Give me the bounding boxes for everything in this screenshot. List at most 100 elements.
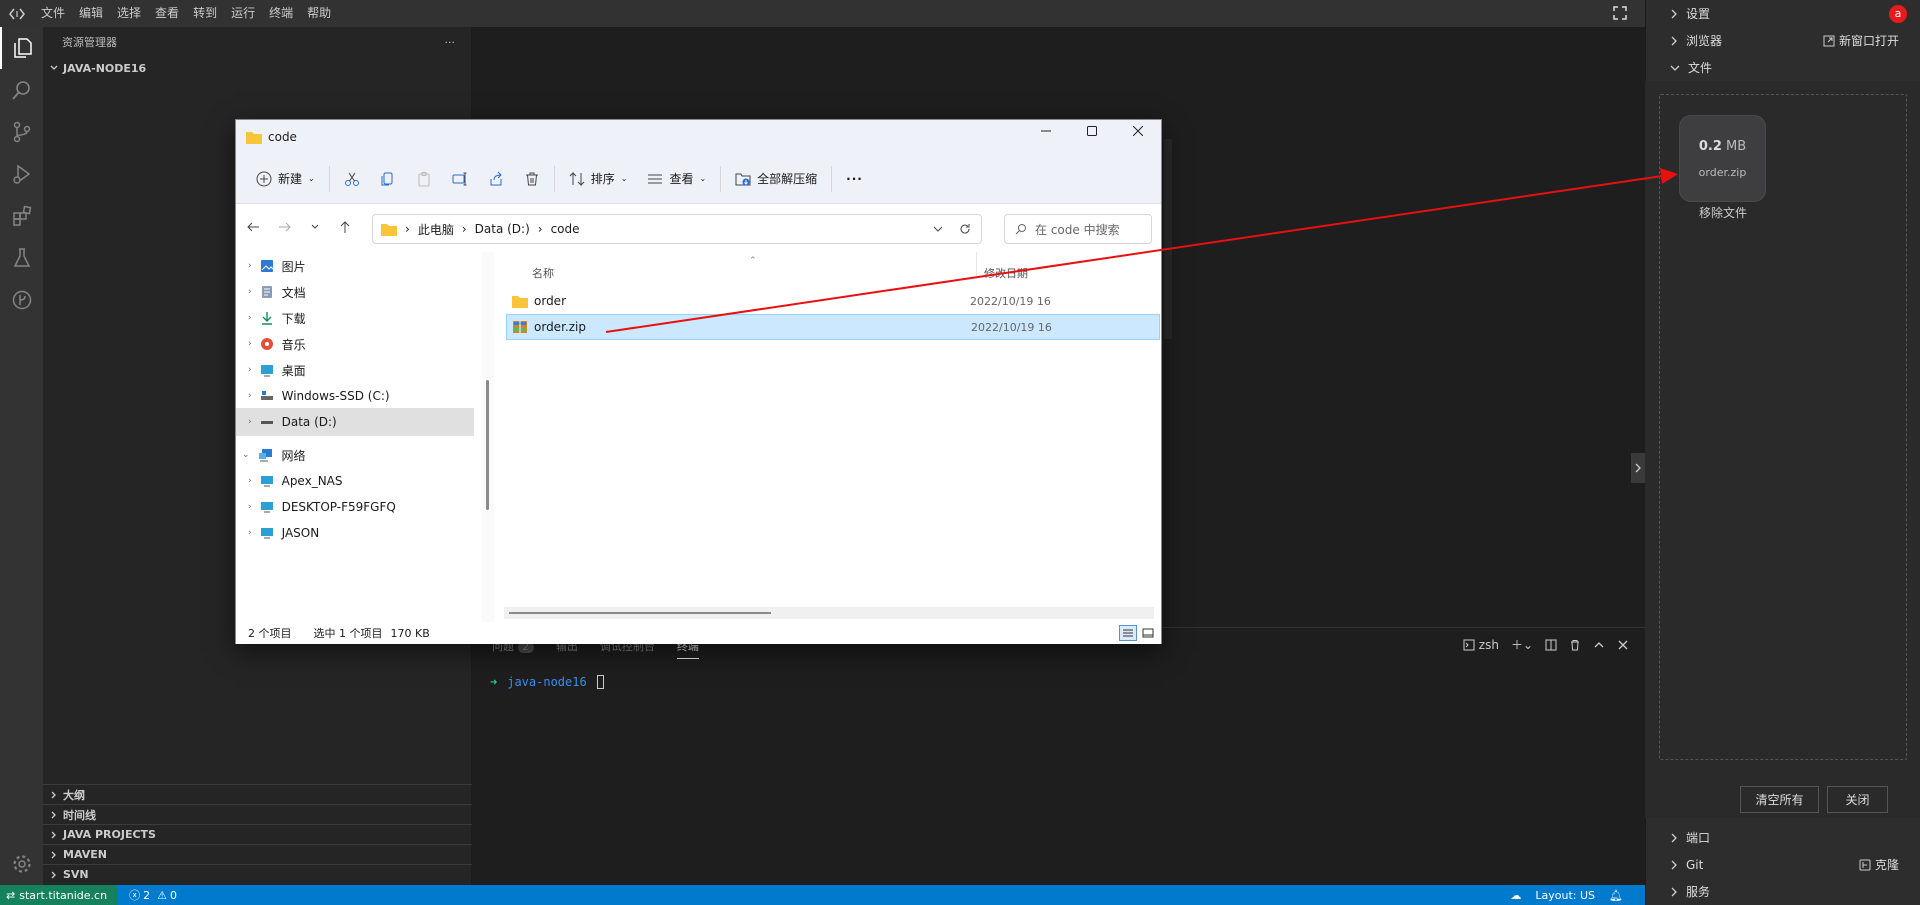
keyboard-layout[interactable]: Layout: US (1535, 889, 1595, 902)
remote-indicator[interactable]: ⇄ start.titanide.cn (0, 885, 118, 905)
paste-button[interactable] (406, 161, 442, 197)
column-header-name[interactable]: 名称 (532, 265, 554, 281)
forward-arrow-icon[interactable] (278, 220, 292, 234)
breadcrumb-this-pc[interactable]: 此电脑 (418, 221, 454, 238)
refresh-icon[interactable] (959, 223, 971, 235)
accordion-settings[interactable]: 设置 a (1646, 0, 1920, 27)
menu-file[interactable]: 文件 (34, 0, 72, 27)
close-panel-icon[interactable] (1617, 639, 1629, 651)
address-history-chevron-icon[interactable] (933, 224, 943, 234)
clear-all-button[interactable]: 清空所有 (1740, 786, 1819, 813)
accordion-services[interactable]: 服务 (1646, 878, 1920, 905)
explorer-icon[interactable] (0, 27, 43, 69)
project-folder[interactable]: JAVA-NODE16 (43, 57, 471, 79)
extract-all-button[interactable]: 全部解压缩 (725, 161, 827, 197)
menu-go[interactable]: 转到 (186, 0, 224, 27)
menu-edit[interactable]: 编辑 (72, 0, 110, 27)
close-button[interactable]: 关闭 (1827, 786, 1888, 813)
run-debug-icon[interactable] (0, 153, 43, 195)
new-button[interactable]: 新建 ⌄ (246, 161, 325, 197)
more-actions-icon[interactable]: ··· (445, 36, 456, 49)
column-header-date[interactable]: 修改日期 (984, 265, 1028, 281)
tiles-view-icon[interactable] (1139, 625, 1157, 641)
search-icon[interactable] (0, 69, 43, 111)
share-button[interactable] (478, 161, 514, 197)
source-control-icon[interactable] (0, 111, 43, 153)
explorer-titlebar[interactable]: code (236, 120, 1161, 154)
details-view-icon[interactable] (1119, 625, 1137, 641)
open-new-window-button[interactable]: 新窗口打开 (1823, 32, 1899, 49)
panel-toggle-icon[interactable] (1631, 453, 1645, 483)
minimize-button[interactable] (1023, 120, 1069, 142)
nav-item-windows-ssd[interactable]: › Windows-SSD (C:) (236, 382, 474, 410)
cut-button[interactable] (334, 161, 370, 197)
view-button[interactable]: 查看 ⌄ (637, 161, 716, 197)
terminal-shell-select[interactable]: zsh (1463, 638, 1499, 652)
back-arrow-icon[interactable] (246, 220, 260, 234)
fullscreen-icon[interactable] (1613, 6, 1627, 20)
sort-button[interactable]: 排序 ⌄ (559, 161, 638, 197)
accordion-git[interactable]: Git 克隆 (1646, 851, 1920, 878)
nav-item-desktop-pc[interactable]: › DESKTOP-F59FGFQ (236, 493, 474, 521)
up-arrow-icon[interactable] (338, 220, 352, 234)
problems-summary[interactable]: ⓧ 2 ⚠ 0 (117, 887, 177, 903)
split-terminal-icon[interactable] (1545, 639, 1557, 651)
new-terminal-icon[interactable]: ＋⌄ (1511, 636, 1533, 653)
user-avatar[interactable]: a (1889, 4, 1907, 23)
clone-button[interactable]: 克隆 (1859, 856, 1899, 873)
breadcrumb-code[interactable]: code (551, 222, 580, 236)
menu-selection[interactable]: 选择 (110, 0, 148, 27)
notifications-icon[interactable]: 🔔︎ (1609, 889, 1623, 902)
remove-file-link[interactable]: 移除文件 (1678, 204, 1768, 221)
menu-help[interactable]: 帮助 (300, 0, 338, 27)
menu-terminal[interactable]: 终端 (262, 0, 300, 27)
accordion-ports[interactable]: 端口 (1646, 824, 1920, 851)
nav-item-pictures[interactable]: › 图片 (236, 252, 474, 280)
accordion-files[interactable]: 文件 (1646, 54, 1920, 81)
gitlens-icon[interactable] (0, 279, 43, 321)
copy-button[interactable] (370, 161, 406, 197)
horizontal-scrollbar[interactable] (504, 607, 1154, 619)
nav-item-network[interactable]: ⌄ 网络 (236, 441, 474, 469)
window-title: code (268, 130, 297, 144)
section-svn[interactable]: SVN (43, 864, 472, 884)
breadcrumb-data-d[interactable]: Data (D:) (475, 222, 530, 236)
menu-view[interactable]: 查看 (148, 0, 186, 27)
more-options-button[interactable]: ··· (836, 161, 873, 197)
file-row-order-zip[interactable]: order.zip 2022/10/19 16 (506, 314, 1160, 340)
nav-item-jason[interactable]: › JASON (236, 519, 474, 547)
delete-button[interactable] (514, 161, 550, 197)
section-java-projects[interactable]: JAVA PROJECTS (43, 824, 472, 844)
menu-run[interactable]: 运行 (224, 0, 262, 27)
terminal-output[interactable]: ➜ java-node16 (490, 675, 604, 689)
section-outline[interactable]: 大纲 (43, 784, 472, 804)
cloud-icon[interactable]: ☁ (1510, 889, 1521, 902)
chevron-right-icon (1671, 860, 1677, 869)
settings-gear-icon[interactable] (0, 843, 43, 885)
file-card[interactable]: 0.2 MB order.zip (1679, 115, 1766, 202)
nav-item-desktop[interactable]: › 桌面 (236, 356, 474, 384)
section-timeline[interactable]: 时间线 (43, 804, 472, 824)
maximize-button[interactable] (1069, 120, 1115, 142)
recent-chevron-icon[interactable] (310, 222, 320, 232)
maximize-panel-icon[interactable] (1593, 639, 1605, 651)
file-row-order[interactable]: order 2022/10/19 16 (506, 288, 1160, 314)
nav-item-apex-nas[interactable]: › Apex_NAS (236, 467, 474, 495)
nav-scrollbar[interactable] (482, 252, 494, 622)
item-count: 2 个项目 (248, 627, 292, 640)
extensions-icon[interactable] (0, 195, 43, 237)
search-box[interactable]: 在 code 中搜索 (1004, 214, 1152, 244)
address-bar[interactable]: › 此电脑 › Data (D:) › code (372, 214, 982, 244)
nav-item-music[interactable]: › 音乐 (236, 330, 474, 358)
accordion-browser[interactable]: 浏览器 新窗口打开 (1646, 27, 1920, 54)
section-maven[interactable]: MAVEN (43, 844, 472, 864)
trash-icon[interactable] (1569, 639, 1581, 651)
rename-button[interactable] (442, 161, 478, 197)
nav-item-documents[interactable]: › 文档 (236, 278, 474, 306)
chevron-right-icon: › (248, 476, 252, 486)
testing-icon[interactable] (0, 237, 43, 279)
nav-item-data-d[interactable]: › Data (D:) (236, 408, 474, 436)
file-drop-zone[interactable]: 0.2 MB order.zip 移除文件 (1659, 94, 1907, 760)
close-window-button[interactable] (1115, 120, 1161, 142)
nav-item-downloads[interactable]: › 下载 (236, 304, 474, 332)
